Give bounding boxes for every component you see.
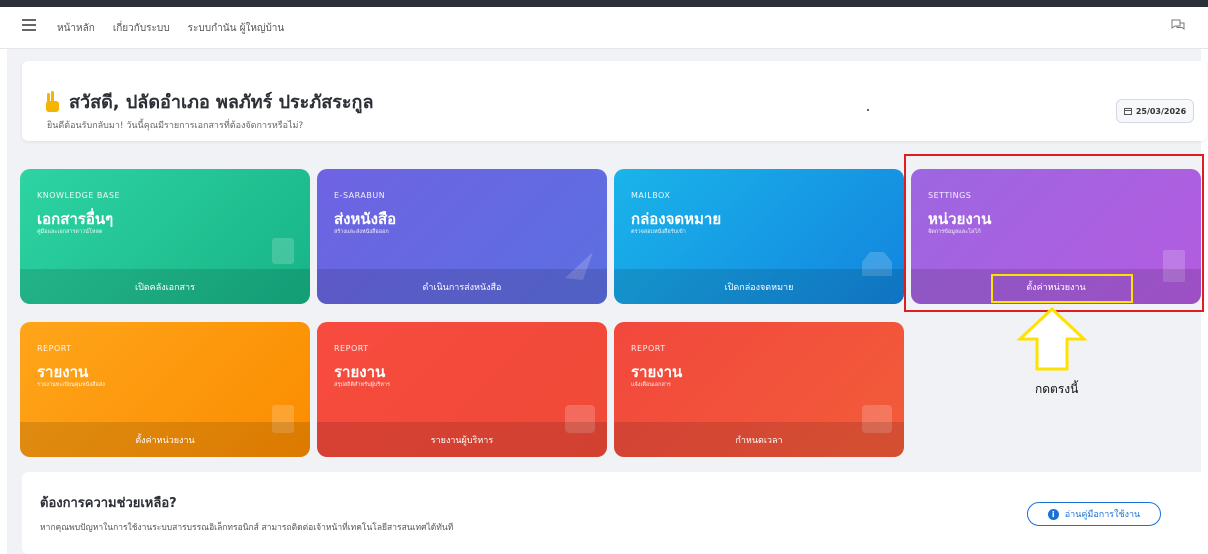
card-mailbox[interactable]: MAILBOX กล่องจดหมาย ตรวจสอบหนังสือรับเข้… xyxy=(614,169,904,304)
help-description: หากคุณพบปัญหาในการใช้งานระบบสารบรรณอิเล็… xyxy=(40,523,454,533)
nav-links: หน้าหลัก เกี่ยวกับระบบ ระบบกำนัน ผู้ใหญ่… xyxy=(57,21,284,36)
date-badge: 25/03/2026 xyxy=(1116,99,1194,123)
card-knowledge-base[interactable]: KNOWLEDGE BASE เอกสารอื่นๆ คู่มือและเอกส… xyxy=(20,169,310,304)
executive-report-button[interactable]: รายงานผู้บริหาร xyxy=(317,422,607,457)
click-here-label: กดตรงนี้ xyxy=(1035,382,1079,396)
stray-dot xyxy=(867,109,869,111)
read-manual-label: อ่านคู่มือการใช้งาน xyxy=(1064,510,1141,520)
date-text: 25/03/2026 xyxy=(1135,106,1187,116)
card-e-sarabun[interactable]: E-SARABUN ส่งหนังสือ สร้างและส่งหนังสืออ… xyxy=(317,169,607,304)
card-description: ตรวจสอบหนังสือรับเข้า xyxy=(631,229,686,235)
schedule-button[interactable]: กำหนดเวลา xyxy=(614,422,904,457)
welcome-panel: สวัสดี, ปลัดอำเภอ พลภัทร์ ประภัสระกูล ยิ… xyxy=(22,61,1207,141)
card-report-registry[interactable]: REPORT รายงาน รายงานทะเบียนคุมหนังสือส่ง… xyxy=(20,322,310,457)
arrow-up-icon xyxy=(1017,307,1087,371)
dashboard-content: สวัสดี, ปลัดอำเภอ พลภัทร์ ประภัสระกูล ยิ… xyxy=(7,49,1207,554)
card-category: REPORT xyxy=(631,344,666,353)
waving-hand-icon xyxy=(46,91,59,112)
card-category: MAILBOX xyxy=(631,191,671,200)
nav-link-village-system[interactable]: ระบบกำนัน ผู้ใหญ่บ้าน xyxy=(188,21,285,36)
card-category: REPORT xyxy=(37,344,72,353)
window-top-border xyxy=(0,0,1208,7)
read-manual-button[interactable]: i อ่านคู่มือการใช้งาน xyxy=(1027,502,1161,526)
report-registry-settings-button[interactable]: ตั้งค่าหน่วยงาน xyxy=(20,422,310,457)
open-mailbox-button[interactable]: เปิดกล่องจดหมาย xyxy=(614,269,904,304)
card-category: REPORT xyxy=(334,344,369,353)
nav-link-about[interactable]: เกี่ยวกับระบบ xyxy=(113,21,170,36)
hamburger-menu-icon[interactable] xyxy=(22,19,36,31)
help-panel: ต้องการความช่วยเหลือ? หากคุณพบปัญหาในการ… xyxy=(22,472,1207,554)
card-category: KNOWLEDGE BASE xyxy=(37,191,120,200)
welcome-subtitle: ยินดีต้อนรับกลับมา! วันนี้คุณมีรายการเอก… xyxy=(47,121,304,131)
card-description: สรุปสถิติสำหรับผู้บริหาร xyxy=(334,382,390,388)
card-description: รายงานทะเบียนคุมหนังสือส่ง xyxy=(37,382,105,388)
card-report-executive[interactable]: REPORT รายงาน สรุปสถิติสำหรับผู้บริหาร ร… xyxy=(317,322,607,457)
chat-icon[interactable] xyxy=(1170,17,1186,33)
card-category: E-SARABUN xyxy=(334,191,386,200)
send-document-button[interactable]: ดำเนินการส่งหนังสือ xyxy=(317,269,607,304)
card-description: แจ้งเตือนเอกสาร xyxy=(631,382,671,388)
help-title: ต้องการความช่วยเหลือ? xyxy=(40,496,177,511)
welcome-title: สวัสดี, ปลัดอำเภอ พลภัทร์ ประภัสระกูล xyxy=(69,92,374,113)
nav-link-home[interactable]: หน้าหลัก xyxy=(57,21,95,36)
highlight-yellow-box xyxy=(991,274,1133,303)
open-document-library-button[interactable]: เปิดคลังเอกสาร xyxy=(20,269,310,304)
card-description: สร้างและส่งหนังสือออก xyxy=(334,229,389,235)
card-description: คู่มือและเอกสารดาวน์โหลด xyxy=(37,229,103,235)
document-icon xyxy=(272,238,294,264)
card-report-alert[interactable]: REPORT รายงาน แจ้งเตือนเอกสาร กำหนดเวลา xyxy=(614,322,904,457)
top-navbar: หน้าหลัก เกี่ยวกับระบบ ระบบกำนัน ผู้ใหญ่… xyxy=(0,7,1208,49)
calendar-icon xyxy=(1123,108,1132,115)
info-icon: i xyxy=(1047,508,1059,520)
